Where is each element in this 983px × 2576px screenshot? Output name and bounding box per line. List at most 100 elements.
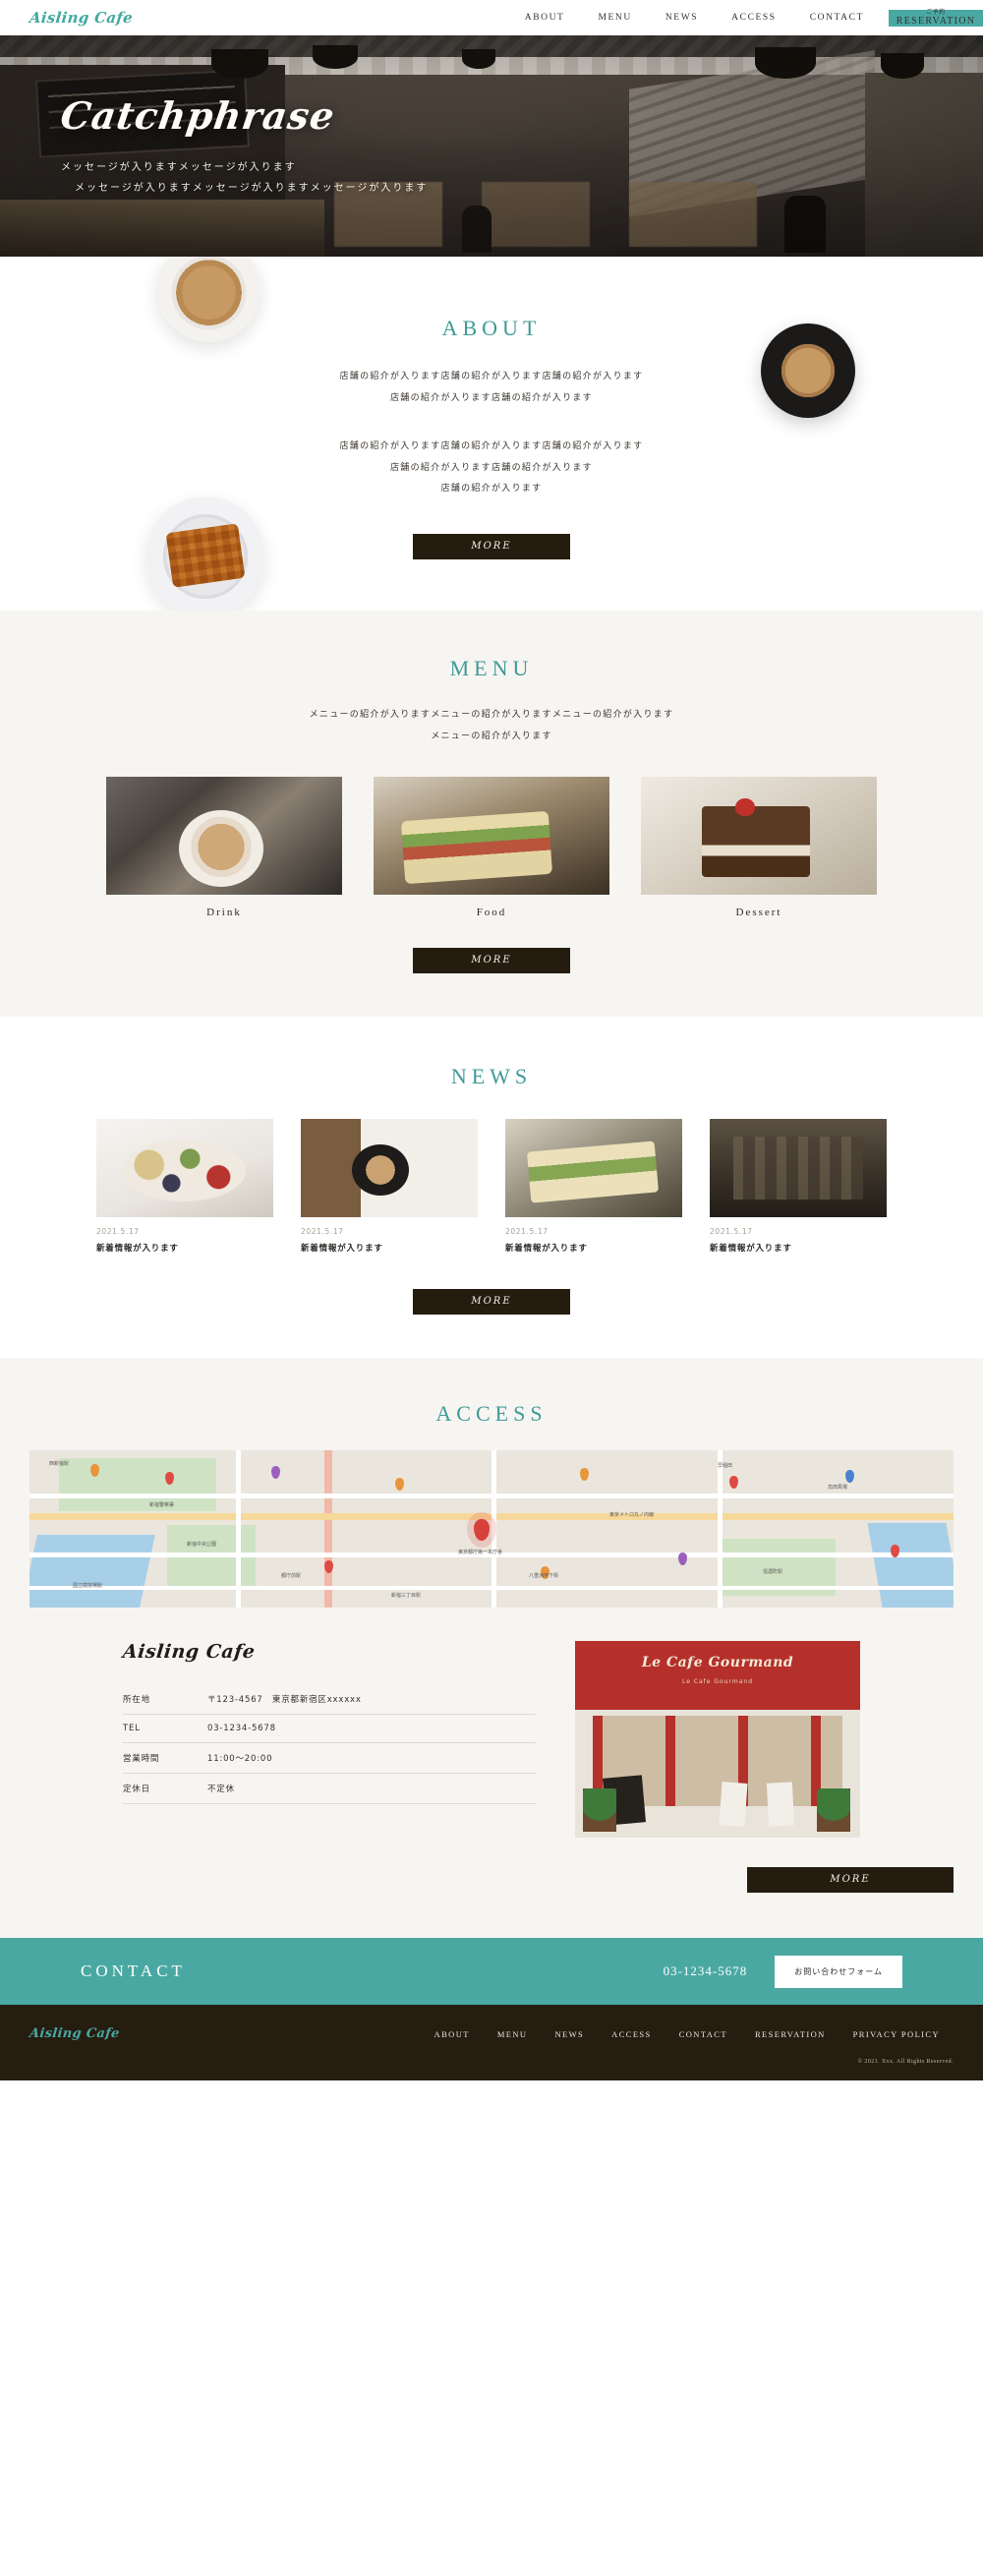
about-paragraph-1-line-2: 店舗の紹介が入ります店舗の紹介が入ります bbox=[389, 392, 593, 403]
access-map[interactable]: 西新宿駅 新宿警察署 都庁前駅 東京都庁第一本庁舎 八重洲地下街 新宿中央公園 … bbox=[29, 1450, 954, 1609]
nav-item-access[interactable]: ACCESS bbox=[715, 0, 793, 35]
hero-catchphrase: Catchphrase bbox=[57, 93, 338, 138]
news-item-title: 新着情報が入ります bbox=[96, 1244, 179, 1255]
contact-title: CONTACT bbox=[81, 1961, 186, 1981]
footer-logo[interactable]: Aisling Cafe bbox=[29, 2026, 120, 2041]
info-value: 〒123-4567 東京都新宿区xxxxxx bbox=[207, 1695, 362, 1706]
menu-card-grid: Drink Food Dessert bbox=[0, 777, 983, 918]
storefront-sign-subtext: Le Cafe Gourmand bbox=[681, 1678, 754, 1686]
news-item-date: 2021.5.17 bbox=[505, 1227, 549, 1237]
news-item-title: 新着情報が入ります bbox=[301, 1244, 383, 1255]
contact-form-button[interactable]: お問い合わせフォーム bbox=[775, 1955, 902, 1988]
footer-nav-reservation[interactable]: RESERVATION bbox=[741, 2029, 839, 2039]
footer-nav-privacy-policy[interactable]: PRIVACY POLICY bbox=[839, 2029, 954, 2039]
access-section: ACCESS 西新宿駅 新宿警察署 都庁前駅 東京都庁第一本庁舎 八重洲地下街 … bbox=[0, 1358, 983, 1939]
access-storefront-photo: Le Cafe Gourmand Le Cafe Gourmand bbox=[575, 1641, 860, 1839]
news-item[interactable]: 2021.5.17 新着情報が入ります bbox=[710, 1119, 887, 1254]
main-navigation: ABOUT MENU NEWS ACCESS CONTACT ご予約 RESER… bbox=[508, 0, 983, 35]
news-item-title: 新着情報が入ります bbox=[505, 1244, 588, 1255]
about-paragraph-1: 店舗の紹介が入ります店舗の紹介が入ります店舗の紹介が入ります 店舗の紹介が入りま… bbox=[0, 367, 983, 409]
news-thumbnail bbox=[96, 1119, 273, 1218]
map-location-pin bbox=[474, 1519, 490, 1542]
news-item-date: 2021.5.17 bbox=[96, 1227, 140, 1237]
nav-item-news[interactable]: NEWS bbox=[649, 0, 715, 35]
nav-item-contact[interactable]: CONTACT bbox=[793, 0, 881, 35]
map-label: 都庁前駅 bbox=[281, 1573, 302, 1580]
map-label: 新宿中央公園 bbox=[187, 1542, 217, 1549]
menu-card-label: Drink bbox=[206, 907, 242, 919]
about-paragraph-2: 店舗の紹介が入ります店舗の紹介が入ります店舗の紹介が入ります 店舗の紹介が入りま… bbox=[0, 437, 983, 500]
menu-title: MENU bbox=[449, 655, 534, 680]
info-label: 所在地 bbox=[123, 1695, 150, 1706]
map-label: 信濃町駅 bbox=[763, 1569, 783, 1576]
site-footer: Aisling Cafe ABOUT MENU NEWS ACCESS CONT… bbox=[0, 2005, 983, 2081]
news-grid: 2021.5.17 新着情報が入ります 2021.5.17 新着情報が入ります … bbox=[0, 1119, 983, 1254]
map-label: 東京メトロ丸ノ内線 bbox=[609, 1512, 655, 1519]
news-more-button[interactable]: MORE bbox=[413, 1289, 570, 1316]
menu-card-label: Food bbox=[476, 907, 507, 919]
menu-thumbnail-dessert bbox=[641, 777, 877, 896]
news-item-title: 新着情報が入ります bbox=[710, 1244, 792, 1255]
footer-nav-access[interactable]: ACCESS bbox=[598, 2029, 665, 2039]
table-row: 所在地 〒123-4567 東京都新宿区xxxxxx bbox=[123, 1684, 536, 1715]
access-more-button[interactable]: MORE bbox=[747, 1867, 954, 1894]
news-item-date: 2021.5.17 bbox=[301, 1227, 344, 1237]
menu-lead-line-2: メニューの紹介が入ります bbox=[431, 731, 552, 741]
about-paragraph-2-line-1: 店舗の紹介が入ります店舗の紹介が入ります店舗の紹介が入ります bbox=[339, 441, 644, 452]
map-label: 西新宿駅 bbox=[49, 1461, 70, 1468]
news-item[interactable]: 2021.5.17 新着情報が入ります bbox=[96, 1119, 273, 1254]
reservation-button[interactable]: ご予約 RESERVATION bbox=[889, 9, 983, 27]
about-paragraph-2-line-3: 店舗の紹介が入ります bbox=[440, 484, 543, 495]
reservation-button-en-label: RESERVATION bbox=[896, 15, 976, 27]
map-label: 早稲田 bbox=[718, 1463, 733, 1470]
menu-section: MENU メニューの紹介が入りますメニューの紹介が入りますメニューの紹介が入りま… bbox=[0, 610, 983, 1018]
hero-section: Catchphrase メッセージが入りますメッセージが入ります メッセージが入… bbox=[0, 35, 983, 257]
info-value: 11:00〜20:00 bbox=[207, 1754, 273, 1765]
info-value: 不定休 bbox=[207, 1785, 235, 1795]
table-row: 定休日 不定休 bbox=[123, 1774, 536, 1804]
contact-bar: CONTACT 03-1234-5678 お問い合わせフォーム bbox=[0, 1938, 983, 2006]
site-logo[interactable]: Aisling Cafe bbox=[0, 0, 135, 35]
footer-nav-menu[interactable]: MENU bbox=[484, 2029, 542, 2039]
menu-card-drink[interactable]: Drink bbox=[106, 777, 342, 918]
site-header: Aisling Cafe ABOUT MENU NEWS ACCESS CONT… bbox=[0, 0, 983, 35]
hero-message: メッセージが入りますメッセージが入ります メッセージが入りますメッセージが入りま… bbox=[61, 157, 983, 199]
footer-navigation: ABOUT MENU NEWS ACCESS CONTACT RESERVATI… bbox=[421, 2029, 954, 2039]
table-row: 営業時間 11:00〜20:00 bbox=[123, 1743, 536, 1774]
menu-lead-line-1: メニューの紹介が入りますメニューの紹介が入りますメニューの紹介が入ります bbox=[309, 709, 674, 720]
footer-nav-news[interactable]: NEWS bbox=[541, 2029, 598, 2039]
footer-nav-contact[interactable]: CONTACT bbox=[665, 2029, 741, 2039]
about-paragraph-2-line-2: 店舗の紹介が入ります店舗の紹介が入ります bbox=[389, 462, 593, 473]
news-title: NEWS bbox=[450, 1064, 533, 1089]
news-item[interactable]: 2021.5.17 新着情報が入ります bbox=[301, 1119, 478, 1254]
nav-item-menu[interactable]: MENU bbox=[581, 0, 648, 35]
news-item-date: 2021.5.17 bbox=[710, 1227, 753, 1237]
about-paragraph-1-line-1: 店舗の紹介が入ります店舗の紹介が入ります店舗の紹介が入ります bbox=[339, 372, 644, 381]
contact-phone-number[interactable]: 03-1234-5678 bbox=[664, 1963, 748, 1979]
storefront-sign-text: Le Cafe Gourmand bbox=[641, 1655, 794, 1671]
news-thumbnail bbox=[710, 1119, 887, 1218]
menu-card-label: Dessert bbox=[735, 907, 782, 919]
menu-lead-text: メニューの紹介が入りますメニューの紹介が入りますメニューの紹介が入ります メニュ… bbox=[0, 705, 983, 747]
info-label: 定休日 bbox=[123, 1785, 150, 1795]
about-section: ABOUT 店舗の紹介が入ります店舗の紹介が入ります店舗の紹介が入ります 店舗の… bbox=[0, 257, 983, 611]
about-more-button[interactable]: MORE bbox=[413, 533, 570, 559]
news-item[interactable]: 2021.5.17 新着情報が入ります bbox=[505, 1119, 682, 1254]
access-title: ACCESS bbox=[435, 1401, 548, 1427]
menu-thumbnail-food bbox=[374, 777, 609, 896]
info-value: 03-1234-5678 bbox=[207, 1724, 276, 1734]
menu-thumbnail-drink bbox=[106, 777, 342, 896]
news-thumbnail bbox=[505, 1119, 682, 1218]
reservation-button-jp-label: ご予約 bbox=[926, 9, 946, 16]
news-section: NEWS 2021.5.17 新着情報が入ります 2021.5.17 新着情報が… bbox=[0, 1017, 983, 1359]
menu-card-food[interactable]: Food bbox=[374, 777, 609, 918]
map-label: 高田馬場 bbox=[828, 1485, 848, 1492]
access-shop-name: Aisling Cafe bbox=[121, 1641, 257, 1664]
menu-card-dessert[interactable]: Dessert bbox=[641, 777, 877, 918]
map-label: 新宿三丁目駅 bbox=[391, 1593, 422, 1600]
nav-item-about[interactable]: ABOUT bbox=[508, 0, 582, 35]
footer-nav-about[interactable]: ABOUT bbox=[421, 2029, 484, 2039]
map-label: 新宿警察署 bbox=[149, 1502, 175, 1509]
menu-more-button[interactable]: MORE bbox=[413, 948, 570, 974]
info-label: TEL bbox=[123, 1724, 141, 1734]
